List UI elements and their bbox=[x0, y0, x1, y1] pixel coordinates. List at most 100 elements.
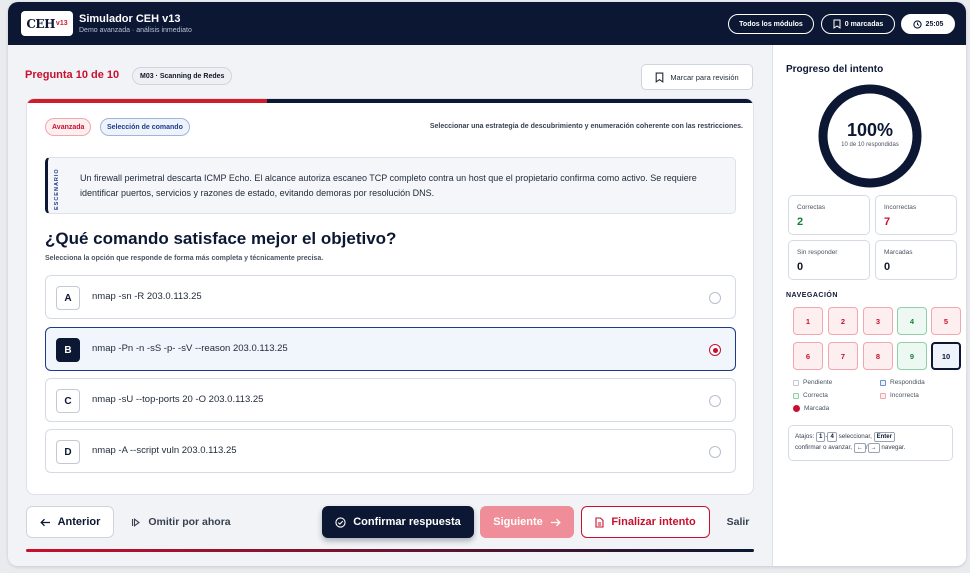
question-type-badge: Selección de comando bbox=[100, 118, 190, 136]
top-header: CEH v13 Simulador CEH v13 Demo avanzada … bbox=[8, 2, 966, 45]
timer-value: 25:05 bbox=[925, 20, 944, 28]
legend-label: Marcada bbox=[804, 405, 830, 412]
option-text: nmap -sn -R 203.0.113.25 bbox=[92, 291, 202, 302]
progress-subtitle: 10 de 10 respondidas bbox=[841, 142, 899, 148]
option-text: nmap -Pn -n -sS -p- -sV --reason 203.0.1… bbox=[92, 343, 288, 354]
nav-question-3[interactable]: 3 bbox=[863, 307, 893, 335]
skip-icon bbox=[132, 517, 141, 527]
stat-label: Sin responder bbox=[797, 249, 838, 256]
option-c[interactable]: C nmap -sU --top-ports 20 -O 203.0.113.2… bbox=[45, 378, 736, 422]
nav-question-8[interactable]: 8 bbox=[863, 342, 893, 370]
legend-label: Correcta bbox=[803, 392, 828, 399]
ceh-logo: CEH v13 bbox=[21, 11, 73, 36]
stat-label: Incorrectas bbox=[884, 204, 917, 211]
finish-attempt-label: Finalizar intento bbox=[611, 516, 696, 528]
legend-label: Respondida bbox=[890, 379, 925, 386]
nav-question-1[interactable]: 1 bbox=[793, 307, 823, 335]
progress-percent: 100% bbox=[846, 120, 894, 140]
nav-question-2[interactable]: 2 bbox=[828, 307, 858, 335]
logo-version: v13 bbox=[55, 20, 68, 27]
brand: Simulador CEH v13 Demo avanzada · anális… bbox=[79, 13, 192, 34]
exit-button[interactable]: Salir bbox=[718, 506, 758, 538]
keyboard-shortcuts: Atajos: 1-4 seleccionar, Enter confirmar… bbox=[788, 425, 953, 461]
mark-for-review-button[interactable]: Marcar para revisión bbox=[641, 64, 753, 90]
nav-question-5[interactable]: 5 bbox=[931, 307, 961, 335]
shortcuts-navigate: navegar. bbox=[881, 444, 906, 451]
option-radio[interactable] bbox=[709, 446, 721, 458]
nav-question-9[interactable]: 9 bbox=[897, 342, 927, 370]
skip-button[interactable]: Omitir por ahora bbox=[124, 506, 238, 538]
legend-incorrect: Incorrecta bbox=[880, 392, 919, 399]
option-key: C bbox=[56, 389, 80, 413]
progress-title: Progreso del intento bbox=[786, 64, 884, 75]
shortcuts-confirm: confirmar o avanzar, bbox=[795, 444, 853, 451]
key-right: → bbox=[867, 443, 880, 453]
check-circle-icon bbox=[335, 516, 346, 528]
next-label: Siguiente bbox=[493, 516, 543, 528]
option-radio[interactable] bbox=[709, 395, 721, 407]
legend-marked: Marcada bbox=[793, 405, 829, 412]
arrow-left-icon bbox=[39, 518, 50, 526]
scenario-box: ESCENARIO Un firewall perimetral descart… bbox=[45, 157, 736, 214]
stat-value: 7 bbox=[884, 216, 891, 228]
option-radio-selected[interactable] bbox=[709, 344, 721, 356]
skip-label: Omitir por ahora bbox=[148, 516, 231, 528]
legend-label: Incorrecta bbox=[890, 392, 919, 399]
legend-pending: Pendiente bbox=[793, 379, 832, 386]
nav-question-6[interactable]: 6 bbox=[793, 342, 823, 370]
all-modules-label: Todos los módulos bbox=[739, 20, 803, 28]
shortcuts-prefix: Atajos: bbox=[795, 433, 815, 440]
question-text: ¿Qué comando satisface mejor el objetivo… bbox=[45, 229, 397, 248]
module-badge: M03 · Scanning de Redes bbox=[132, 67, 233, 85]
previous-label: Anterior bbox=[57, 516, 101, 528]
instruction-text: Selecciona la opción que responde de for… bbox=[45, 255, 324, 262]
legend-answered-swatch bbox=[880, 379, 886, 386]
navigation-title: NAVEGACIÓN bbox=[786, 292, 838, 299]
option-d[interactable]: D nmap -A --script vuln 203.0.113.25 bbox=[45, 429, 736, 473]
scenario-label: ESCENARIO bbox=[54, 168, 60, 210]
stat-label: Correctas bbox=[797, 204, 826, 211]
arrow-right-icon bbox=[550, 518, 561, 526]
mark-for-review-label: Marcar para revisión bbox=[670, 72, 739, 82]
legend-label: Pendiente bbox=[803, 379, 833, 386]
nav-question-4[interactable]: 4 bbox=[897, 307, 927, 335]
option-b[interactable]: B nmap -Pn -n -sS -p- -sV --reason 203.0… bbox=[45, 327, 736, 371]
confirm-answer-button[interactable]: Confirmar respuesta bbox=[322, 506, 474, 538]
timer: 25:05 bbox=[901, 14, 955, 34]
main-panel: Pregunta 10 de 10 M03 · Scanning de Rede… bbox=[8, 45, 772, 566]
marked-button[interactable]: 0 marcadas bbox=[821, 14, 895, 34]
bottom-accent-bar bbox=[26, 549, 754, 552]
legend-answered: Respondida bbox=[880, 379, 925, 386]
question-number: Pregunta 10 de 10 bbox=[25, 69, 120, 81]
stat-label: Marcadas bbox=[884, 249, 913, 256]
app-title: Simulador CEH v13 bbox=[79, 13, 181, 25]
key-1: 1 bbox=[816, 432, 826, 442]
previous-button[interactable]: Anterior bbox=[26, 506, 114, 538]
stat-value: 0 bbox=[797, 261, 804, 273]
option-text: nmap -sU --top-ports 20 -O 203.0.113.25 bbox=[92, 394, 264, 405]
option-key: B bbox=[56, 338, 80, 362]
logo-text: CEH bbox=[26, 16, 55, 31]
confirm-answer-label: Confirmar respuesta bbox=[353, 516, 461, 528]
stat-correct: Correctas 2 bbox=[788, 195, 870, 235]
marked-label: 0 marcadas bbox=[844, 20, 884, 28]
stat-unanswered: Sin responder 0 bbox=[788, 240, 870, 280]
app-subtitle: Demo avanzada · análisis inmediato bbox=[79, 27, 192, 34]
finish-attempt-button[interactable]: Finalizar intento bbox=[581, 506, 710, 538]
next-button[interactable]: Siguiente bbox=[480, 506, 574, 538]
clock-icon bbox=[912, 19, 922, 29]
nav-question-7[interactable]: 7 bbox=[828, 342, 858, 370]
document-icon bbox=[595, 516, 604, 528]
all-modules-button[interactable]: Todos los módulos bbox=[728, 14, 814, 34]
strategy-text: Seleccionar una estrategia de descubrimi… bbox=[429, 123, 743, 130]
shortcuts-select: seleccionar, bbox=[838, 433, 872, 440]
option-key: A bbox=[56, 286, 80, 310]
option-key: D bbox=[56, 440, 80, 464]
stat-value: 0 bbox=[884, 261, 891, 273]
legend-correct-swatch bbox=[793, 392, 799, 399]
option-radio[interactable] bbox=[709, 292, 721, 304]
option-a[interactable]: A nmap -sn -R 203.0.113.25 bbox=[45, 275, 736, 319]
nav-question-10[interactable]: 10 bbox=[931, 342, 961, 370]
legend-marked-dot bbox=[793, 405, 800, 412]
app-window: CEH v13 Simulador CEH v13 Demo avanzada … bbox=[8, 2, 966, 566]
